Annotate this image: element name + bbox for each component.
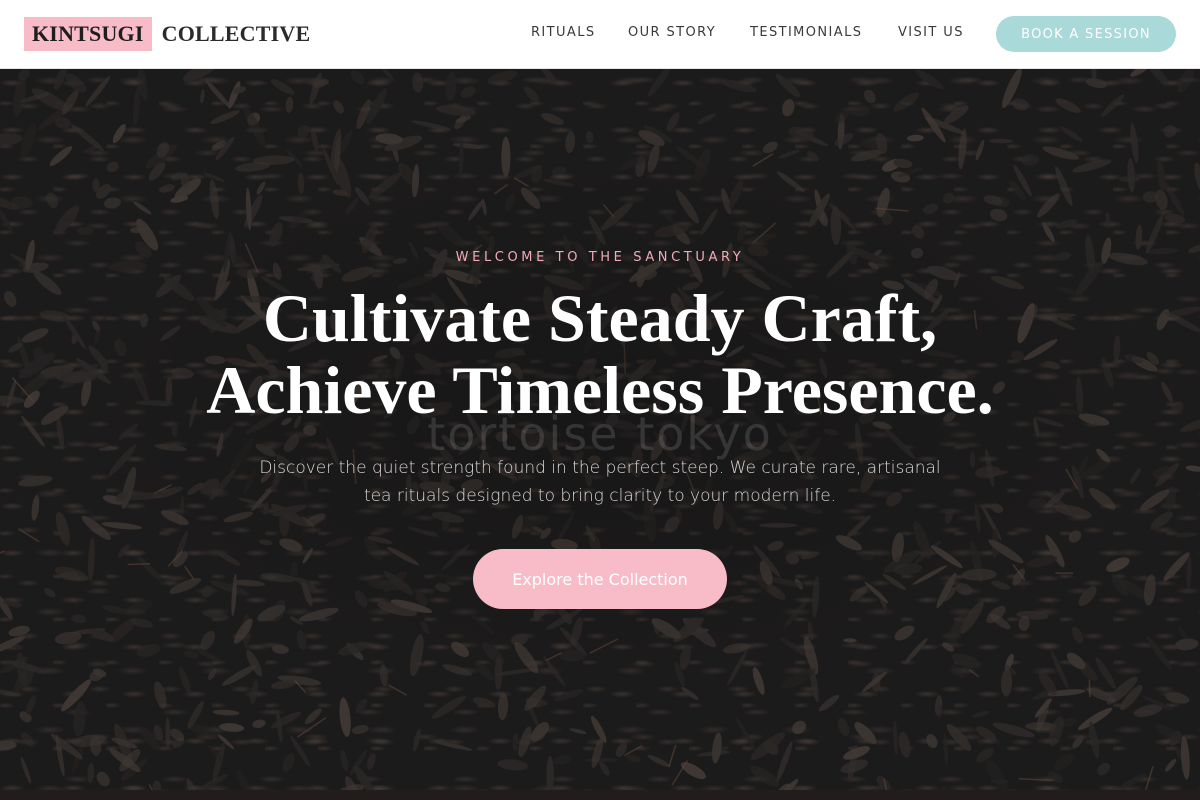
hero-bottom-edge: [0, 790, 1200, 800]
site-header: KINTSUGI COLLECTIVE RITUALS OUR STORY TE…: [0, 0, 1200, 69]
hero-description: Discover the quiet strength found in the…: [259, 458, 941, 506]
hero-headline-line1: Cultivate Steady Craft,: [262, 280, 938, 356]
nav-link-rituals[interactable]: RITUALS: [531, 25, 596, 40]
hero-eyebrow: WELCOME TO THE SANCTUARY: [455, 250, 745, 265]
explore-collection-button[interactable]: Explore the Collection: [473, 549, 727, 609]
background-watermark-text: tortoise tokyo: [427, 407, 773, 461]
hero-headline: Cultivate Steady Craft, Achieve Timeless…: [0, 282, 1200, 426]
nav-link-testimonials[interactable]: TESTIMONIALS: [750, 25, 862, 40]
book-session-button[interactable]: BOOK A SESSION: [996, 16, 1176, 52]
hero-section: WELCOME TO THE SANCTUARY Cultivate Stead…: [0, 69, 1200, 800]
nav-link-our-story[interactable]: OUR STORY: [628, 25, 716, 40]
nav-link-visit-us[interactable]: VISIT US: [898, 25, 964, 40]
main-nav: RITUALS OUR STORY TESTIMONIALS VISIT US …: [0, 0, 1200, 68]
